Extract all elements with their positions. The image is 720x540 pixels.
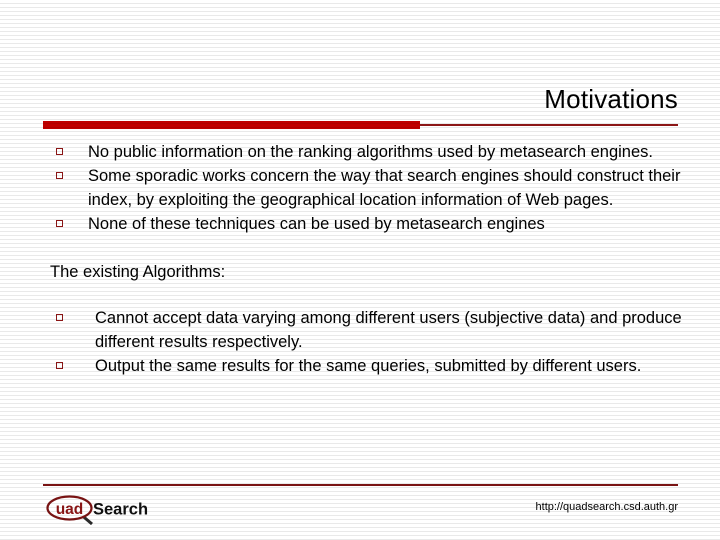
title-rule-thin-segment bbox=[420, 124, 678, 126]
square-bullet-icon bbox=[56, 314, 63, 321]
square-bullet-icon bbox=[56, 220, 63, 227]
section-subheading: The existing Algorithms: bbox=[50, 263, 226, 281]
magnifier-logo-icon: uad Search bbox=[46, 495, 148, 525]
list-item-text: No public information on the ranking alg… bbox=[88, 143, 653, 161]
title-rule-thick-segment bbox=[43, 121, 420, 129]
quadsearch-logo: uad Search bbox=[45, 495, 195, 525]
square-bullet-icon bbox=[56, 172, 63, 179]
square-bullet-icon bbox=[56, 148, 63, 155]
footer-url[interactable]: http://quadsearch.csd.auth.gr bbox=[536, 500, 678, 514]
slide-body: No public information on the ranking alg… bbox=[0, 140, 720, 378]
footer-divider bbox=[43, 484, 678, 486]
slide: Motivations No public information on the… bbox=[0, 0, 720, 540]
title-rule bbox=[43, 121, 678, 129]
list-item: Cannot accept data varying among differe… bbox=[0, 306, 720, 354]
list-item-text: Some sporadic works concern the way that… bbox=[88, 167, 681, 209]
logo-word-text: Search bbox=[93, 501, 148, 519]
bullet-list-secondary: Cannot accept data varying among differe… bbox=[0, 306, 720, 378]
list-item: Some sporadic works concern the way that… bbox=[0, 164, 720, 212]
list-item-text: Output the same results for the same que… bbox=[95, 357, 642, 375]
page-title: Motivations bbox=[544, 84, 678, 114]
list-item: No public information on the ranking alg… bbox=[0, 140, 720, 164]
bullet-list-primary: No public information on the ranking alg… bbox=[0, 140, 720, 236]
logo-mark-text: uad bbox=[56, 501, 84, 518]
list-item: Output the same results for the same que… bbox=[0, 354, 720, 378]
list-item-text: Cannot accept data varying among differe… bbox=[95, 309, 682, 351]
square-bullet-icon bbox=[56, 362, 63, 369]
list-item: None of these techniques can be used by … bbox=[0, 212, 720, 236]
list-item-text: None of these techniques can be used by … bbox=[88, 215, 545, 233]
